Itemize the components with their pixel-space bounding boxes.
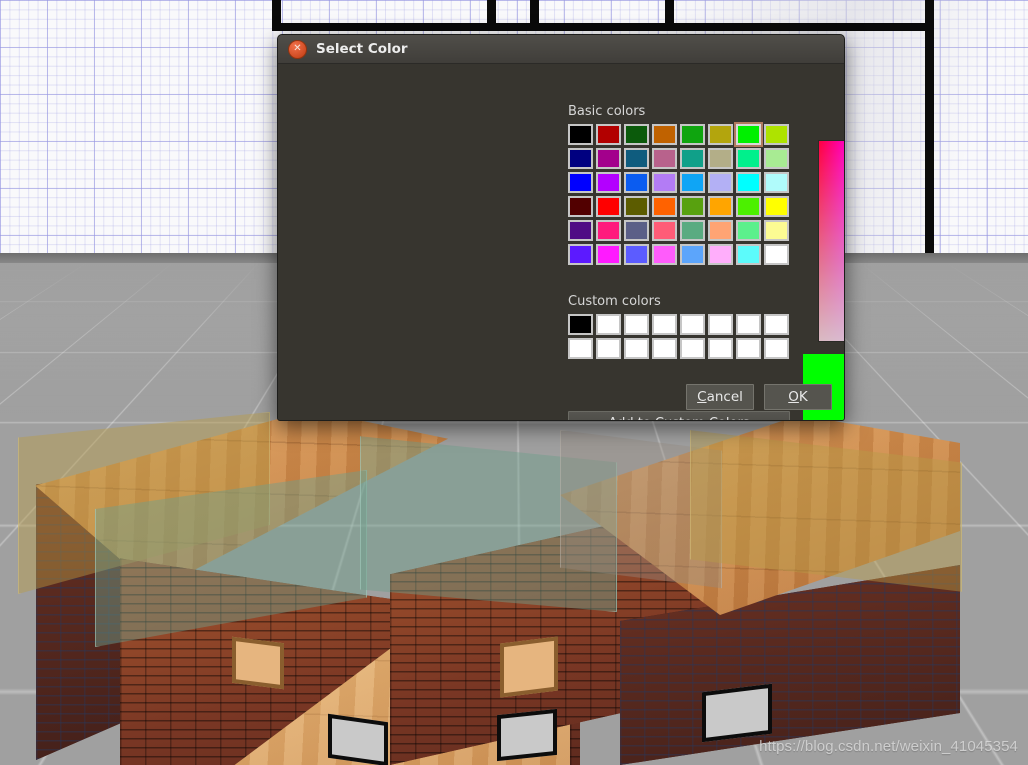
color-swatch[interactable] [764, 124, 789, 145]
custom-colors-label: Custom colors [568, 294, 661, 309]
dialog-button-row: Cancel OK [686, 384, 832, 410]
color-swatch[interactable] [764, 314, 789, 335]
color-swatch[interactable] [652, 172, 677, 193]
color-swatch[interactable] [652, 244, 677, 265]
color-swatch[interactable] [624, 314, 649, 335]
color-swatch[interactable] [596, 220, 621, 241]
color-swatch[interactable] [680, 338, 705, 359]
color-swatch[interactable] [736, 244, 761, 265]
saturation-gradient-layer [819, 141, 844, 341]
basic-colors-label: Basic colors [568, 104, 646, 119]
color-swatch[interactable] [652, 314, 677, 335]
color-swatch[interactable] [624, 220, 649, 241]
color-swatch[interactable] [624, 124, 649, 145]
color-swatch[interactable] [764, 244, 789, 265]
window-front-left [328, 713, 388, 765]
custom-colors-grid[interactable] [568, 314, 789, 359]
select-color-dialog[interactable]: ✕ Select Color Basic colors Custom color… [277, 34, 845, 421]
color-swatch[interactable] [652, 196, 677, 217]
color-swatch[interactable] [568, 244, 593, 265]
color-swatch[interactable] [568, 148, 593, 169]
color-swatch[interactable] [764, 172, 789, 193]
color-swatch[interactable] [708, 220, 733, 241]
wall-bar [843, 23, 933, 31]
color-swatch[interactable] [568, 172, 593, 193]
dialog-title: Select Color [316, 41, 408, 57]
cancel-button[interactable]: Cancel [686, 384, 754, 410]
color-swatch[interactable] [736, 220, 761, 241]
color-swatch[interactable] [568, 196, 593, 217]
color-swatch[interactable] [708, 172, 733, 193]
color-swatch[interactable] [736, 196, 761, 217]
color-swatch[interactable] [596, 244, 621, 265]
color-swatch[interactable] [680, 148, 705, 169]
window-opening-center [500, 636, 558, 698]
color-swatch[interactable] [568, 338, 593, 359]
color-swatch[interactable] [736, 172, 761, 193]
color-swatch[interactable] [680, 220, 705, 241]
color-swatch[interactable] [596, 338, 621, 359]
color-swatch[interactable] [624, 148, 649, 169]
window-front-center [497, 708, 557, 762]
color-swatch[interactable] [708, 196, 733, 217]
color-swatch[interactable] [734, 122, 763, 147]
color-swatch[interactable] [624, 172, 649, 193]
hue-saturation-picker[interactable] [818, 140, 844, 342]
add-to-custom-colors-label: Add to Custom Colors [608, 416, 749, 421]
color-swatch[interactable] [736, 148, 761, 169]
color-swatch[interactable] [568, 124, 593, 145]
color-swatch[interactable] [624, 244, 649, 265]
color-swatch[interactable] [624, 338, 649, 359]
watermark-text: https://blog.csdn.net/weixin_41045354 [759, 738, 1018, 755]
basic-colors-grid[interactable] [568, 122, 789, 265]
color-swatch[interactable] [652, 220, 677, 241]
color-swatch[interactable] [596, 172, 621, 193]
color-swatch[interactable] [764, 338, 789, 359]
color-swatch[interactable] [652, 148, 677, 169]
wall-bar [925, 0, 934, 255]
screenshot-root: https://blog.csdn.net/weixin_41045354 ✕ … [0, 0, 1028, 765]
ok-button[interactable]: OK [764, 384, 832, 410]
color-swatch[interactable] [596, 148, 621, 169]
color-swatch[interactable] [680, 314, 705, 335]
color-swatch[interactable] [708, 314, 733, 335]
color-swatch[interactable] [596, 124, 621, 145]
add-to-custom-colors-button[interactable]: Add to Custom Colors [568, 411, 790, 421]
color-swatch[interactable] [708, 338, 733, 359]
color-swatch[interactable] [680, 124, 705, 145]
color-swatch[interactable] [764, 220, 789, 241]
dialog-body: Basic colors Custom colors Add to Custom… [278, 64, 844, 420]
close-icon[interactable]: ✕ [288, 39, 307, 59]
color-swatch[interactable] [736, 314, 761, 335]
color-swatch[interactable] [624, 196, 649, 217]
color-swatch[interactable] [568, 314, 593, 335]
window-front-right [702, 683, 772, 743]
wall-bar [272, 23, 932, 31]
color-swatch[interactable] [708, 244, 733, 265]
color-swatch[interactable] [680, 172, 705, 193]
color-swatch[interactable] [708, 148, 733, 169]
color-swatch[interactable] [596, 314, 621, 335]
color-swatch[interactable] [736, 338, 761, 359]
color-swatch[interactable] [652, 338, 677, 359]
color-swatch[interactable] [764, 148, 789, 169]
color-swatch[interactable] [680, 196, 705, 217]
color-swatch[interactable] [596, 196, 621, 217]
color-swatch[interactable] [652, 124, 677, 145]
color-swatch[interactable] [568, 220, 593, 241]
dialog-titlebar[interactable]: ✕ Select Color [278, 35, 844, 64]
color-swatch[interactable] [680, 244, 705, 265]
window-opening-left [232, 636, 284, 690]
color-swatch[interactable] [708, 124, 733, 145]
color-swatch[interactable] [764, 196, 789, 217]
